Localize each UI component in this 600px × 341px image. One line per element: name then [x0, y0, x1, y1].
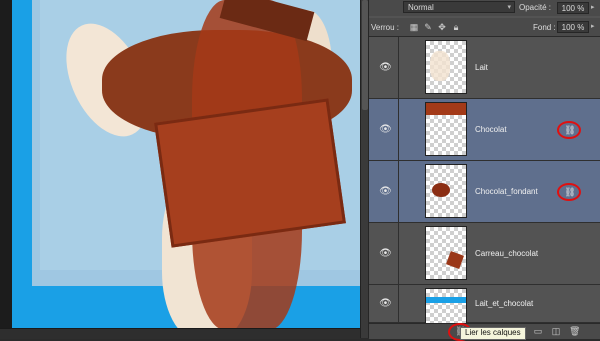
layer-thumbnail — [425, 40, 467, 94]
fill-field[interactable]: 100 % — [557, 21, 589, 33]
layers-panel: Normal ▾ Opacité : 100 % ▸ Verrou : ▦ ✎ ✥… — [368, 0, 600, 339]
tooltip: Lier les calques — [460, 327, 526, 340]
layer-name: Carreau_chocolat — [475, 249, 539, 258]
chevron-down-icon: ▾ — [507, 4, 511, 11]
folder-icon[interactable]: ▭ — [533, 327, 543, 336]
trash-icon[interactable]: 🗑︎ — [569, 327, 580, 336]
opacity-label: Opacité : — [519, 3, 552, 12]
artwork — [12, 0, 360, 338]
layer-name: Lait_et_chocolat — [475, 299, 534, 308]
eye-icon[interactable]: 👁︎ — [373, 285, 399, 322]
layer-thumbnail — [425, 164, 467, 218]
layer-row-carreau-chocolat[interactable]: 👁︎ Carreau_chocolat — [369, 223, 600, 285]
layer-name: Chocolat_fondant — [475, 187, 538, 196]
layer-name: Lait — [475, 63, 488, 72]
layer-list: 👁︎ Lait 👁︎ Chocolat ⛓︎ 👁︎ Chocolat_fonda… — [369, 37, 600, 324]
eye-icon[interactable]: 👁︎ — [373, 37, 399, 98]
blend-mode-select[interactable]: Normal ▾ — [403, 1, 515, 13]
status-bar — [0, 328, 360, 339]
layer-thumbnail — [425, 102, 467, 156]
lock-transparent-icon[interactable]: ▦ — [409, 22, 419, 32]
lock-label: Verrou : — [371, 23, 400, 32]
layer-name: Chocolat — [475, 125, 507, 134]
lock-paint-icon[interactable]: ✎ — [423, 22, 433, 32]
fill-label: Fond : — [533, 23, 556, 32]
layer-thumbnail — [425, 288, 467, 324]
layer-row-lait-et-chocolat[interactable]: 👁︎ Lait_et_chocolat — [369, 285, 600, 324]
blend-row: Normal ▾ Opacité : 100 % ▸ — [369, 0, 600, 16]
fill-dropdown-icon[interactable]: ▸ — [591, 22, 595, 30]
highlight-circle — [557, 182, 581, 201]
layer-row-chocolat-fondant[interactable]: 👁︎ Chocolat_fondant ⛓︎ — [369, 161, 600, 223]
layer-thumbnail — [425, 226, 467, 280]
blend-mode-value: Normal — [408, 3, 434, 12]
eye-icon[interactable]: 👁︎ — [373, 223, 399, 284]
new-layer-icon[interactable]: ◫ — [551, 327, 561, 336]
eye-icon[interactable]: 👁︎ — [373, 99, 399, 160]
lock-position-icon[interactable]: ✥ — [437, 22, 447, 32]
document-canvas[interactable] — [0, 0, 360, 338]
layer-row-chocolat[interactable]: 👁︎ Chocolat ⛓︎ — [369, 99, 600, 161]
lock-row: Verrou : ▦ ✎ ✥ 🔒︎ Fond : 100 % ▸ — [369, 18, 600, 37]
layer-row-lait[interactable]: 👁︎ Lait — [369, 37, 600, 99]
lock-icon[interactable]: 🔒︎ — [451, 22, 461, 32]
opacity-field[interactable]: 100 % — [557, 2, 589, 14]
highlight-circle — [557, 120, 581, 139]
chocolate-square — [154, 98, 346, 248]
opacity-dropdown-icon[interactable]: ▸ — [591, 3, 595, 11]
eye-icon[interactable]: 👁︎ — [373, 161, 399, 222]
